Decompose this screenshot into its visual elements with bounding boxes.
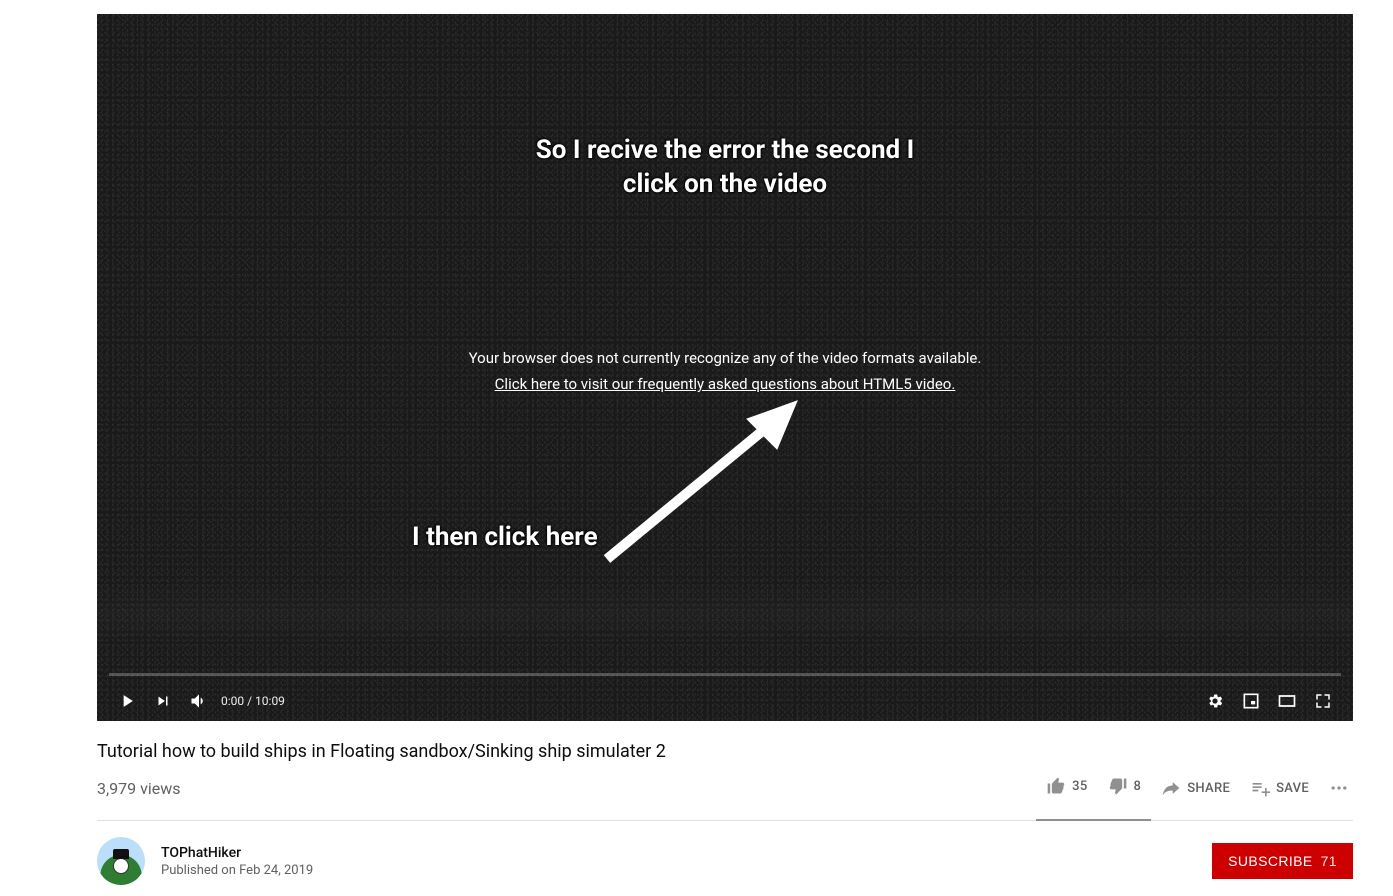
share-button[interactable]: SHARE (1151, 772, 1240, 804)
error-text: Your browser does not currently recogniz… (97, 349, 1353, 367)
channel-avatar[interactable] (97, 837, 145, 885)
annotation-line: So I recive the error the second I (97, 134, 1353, 168)
miniplayer-button[interactable] (1233, 683, 1269, 719)
share-label: SHARE (1187, 781, 1230, 796)
theater-mode-button[interactable] (1269, 683, 1305, 719)
next-button[interactable] (145, 683, 181, 719)
volume-button[interactable] (181, 683, 217, 719)
view-count: 3,979 views (97, 779, 181, 798)
annotation-text-top: So I recive the error the second I click… (97, 134, 1353, 202)
total-time: 10:09 (255, 694, 285, 708)
dislike-count: 8 (1134, 779, 1142, 794)
time-display: 0:00 / 10:09 (221, 694, 285, 708)
video-player[interactable]: So I recive the error the second I click… (97, 14, 1353, 721)
progress-bar[interactable] (109, 673, 1341, 676)
dislike-button[interactable]: 8 (1098, 770, 1152, 802)
playlist-add-icon (1250, 778, 1270, 798)
annotation-line: click on the video (97, 168, 1353, 202)
fullscreen-button[interactable] (1305, 683, 1341, 719)
thumbs-up-icon (1046, 776, 1066, 796)
more-horizontal-icon (1329, 778, 1349, 798)
subscribe-button[interactable]: SUBSCRIBE 71 (1212, 843, 1353, 879)
video-actions: 35 8 SHARE SAVE (1036, 770, 1353, 806)
channel-name[interactable]: TOPhatHiker (161, 845, 1212, 861)
like-count: 35 (1072, 779, 1087, 794)
subscriber-count: 71 (1321, 853, 1337, 869)
save-label: SAVE (1276, 781, 1309, 796)
time-separator: / (244, 694, 255, 708)
annotation-text-bottom: I then click here (412, 522, 598, 552)
video-error-message: Your browser does not currently recogniz… (97, 349, 1353, 393)
current-time: 0:00 (221, 694, 244, 708)
save-button[interactable]: SAVE (1240, 772, 1319, 804)
thumbs-down-icon (1108, 776, 1128, 796)
publish-date: Published on Feb 24, 2019 (161, 863, 1212, 878)
more-actions-button[interactable] (1325, 772, 1353, 804)
play-button[interactable] (109, 683, 145, 719)
subscribe-label: SUBSCRIBE (1228, 853, 1313, 869)
share-icon (1161, 778, 1181, 798)
annotation-arrow-icon (567, 389, 827, 569)
video-title: Tutorial how to build ships in Floating … (97, 741, 1353, 762)
like-button[interactable]: 35 (1036, 770, 1097, 802)
settings-button[interactable] (1197, 683, 1233, 719)
player-controls: 0:00 / 10:09 (97, 673, 1353, 721)
